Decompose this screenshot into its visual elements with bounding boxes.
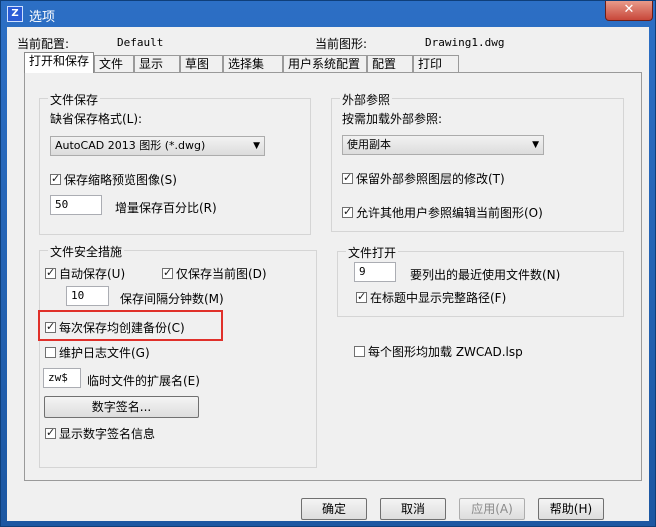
xref-load-select[interactable]: 使用副本 ▼: [342, 135, 544, 155]
autosave-label: 自动保存(U): [59, 267, 126, 281]
ok-button[interactable]: 确定: [301, 498, 367, 520]
allow-xref-edit-label: 允许其他用户参照编辑当前图形(O): [356, 206, 543, 220]
tab-open-save[interactable]: 打开和保存: [24, 52, 94, 73]
current-profile-value: Default: [117, 36, 164, 49]
app-icon: Z: [7, 6, 23, 22]
tab-files[interactable]: 文件: [94, 55, 134, 72]
checkbox-checked-icon: [45, 266, 56, 279]
recent-files-input[interactable]: 9: [354, 262, 396, 282]
xref-load-label: 按需加载外部参照:: [342, 112, 443, 126]
thumbnail-label: 保存缩略预览图像(S): [64, 173, 177, 187]
file-open-group: 文件打开 9 要列出的最近使用文件数(N) 在标题中显示完整路径(F): [337, 244, 624, 317]
dialog-body: 当前配置: Default 当前图形: Drawing1.dwg 打开和保存 文…: [7, 27, 649, 521]
autosave-checkbox[interactable]: 自动保存(U): [45, 265, 125, 282]
file-open-title: 文件打开: [346, 244, 399, 261]
incremental-save-label: 增量保存百分比(R): [115, 201, 217, 215]
checkbox-checked-icon: [342, 205, 353, 218]
full-path-title-checkbox[interactable]: 在标题中显示完整路径(F): [356, 289, 506, 306]
options-dialog: Z 选项 ✕ 当前配置: Default 当前图形: Drawing1.dwg …: [0, 0, 656, 527]
tab-selection[interactable]: 选择集: [223, 55, 283, 72]
tab-display[interactable]: 显示: [134, 55, 180, 72]
retain-xref-layers-checkbox[interactable]: 保留外部参照图层的修改(T): [342, 170, 505, 187]
checkbox-checked-icon: [50, 172, 61, 185]
tab-panel: 文件保存 缺省保存格式(L): AutoCAD 2013 图形 (*.dwg) …: [24, 72, 642, 481]
autosave-interval-input[interactable]: 10: [66, 286, 109, 306]
cancel-button[interactable]: 取消: [380, 498, 446, 520]
apply-button[interactable]: 应用(A): [459, 498, 525, 520]
autosave-interval-label: 保存间隔分钟数(M): [120, 292, 224, 306]
current-drawing-value: Drawing1.dwg: [425, 36, 505, 49]
checkbox-unchecked-icon: [45, 347, 56, 358]
xref-group: 外部参照 按需加载外部参照: 使用副本 ▼ 保留外部参照图层的修改(T) 允许其…: [331, 91, 624, 232]
save-current-only-checkbox[interactable]: 仅保存当前图(D): [162, 265, 267, 282]
allow-xref-edit-checkbox[interactable]: 允许其他用户参照编辑当前图形(O): [342, 204, 543, 221]
load-lsp-label: 每个图形均加载 ZWCAD.lsp: [368, 345, 523, 359]
checkbox-checked-icon: [342, 171, 353, 184]
checkbox-checked-icon: [356, 290, 367, 303]
file-save-title: 文件保存: [48, 91, 101, 108]
dialog-title: 选项: [29, 10, 56, 25]
maintain-log-label: 维护日志文件(G): [59, 346, 150, 360]
save-format-label: 缺省保存格式(L):: [50, 112, 143, 126]
save-current-only-label: 仅保存当前图(D): [176, 267, 267, 281]
close-button[interactable]: ✕: [605, 1, 653, 21]
xref-title: 外部参照: [340, 91, 393, 108]
checkbox-checked-icon: [45, 426, 56, 439]
checkbox-unchecked-icon: [354, 346, 365, 357]
chevron-down-icon: ▼: [253, 141, 260, 151]
recent-files-label: 要列出的最近使用文件数(N): [410, 268, 561, 282]
title-bar[interactable]: Z 选项 ✕: [1, 1, 655, 27]
file-safety-group: 文件安全措施 自动保存(U) 仅保存当前图(D) 10 保存间隔分钟数(M) 每…: [39, 243, 317, 468]
tab-profiles[interactable]: 配置: [367, 55, 413, 72]
tab-user-preferences[interactable]: 用户系统配置: [283, 55, 367, 72]
digital-signature-button[interactable]: 数字签名...: [44, 396, 199, 418]
save-format-value: AutoCAD 2013 图形 (*.dwg): [55, 139, 206, 152]
thumbnail-checkbox[interactable]: 保存缩略预览图像(S): [50, 171, 177, 188]
chevron-down-icon: ▼: [532, 140, 539, 150]
load-lsp-checkbox[interactable]: 每个图形均加载 ZWCAD.lsp: [354, 343, 523, 360]
maintain-log-checkbox[interactable]: 维护日志文件(G): [45, 344, 150, 361]
save-format-select[interactable]: AutoCAD 2013 图形 (*.dwg) ▼: [50, 136, 265, 156]
tab-drafting[interactable]: 草图: [180, 55, 223, 72]
temp-extension-input[interactable]: zw$: [43, 368, 81, 388]
current-profile-label: 当前配置:: [17, 37, 70, 51]
show-signature-info-checkbox[interactable]: 显示数字签名信息: [45, 425, 155, 442]
retain-xref-layers-label: 保留外部参照图层的修改(T): [356, 172, 505, 186]
incremental-save-input[interactable]: 50: [50, 195, 102, 215]
highlight-box: [38, 310, 223, 341]
help-button[interactable]: 帮助(H): [538, 498, 604, 520]
show-signature-info-label: 显示数字签名信息: [59, 427, 156, 441]
file-save-group: 文件保存 缺省保存格式(L): AutoCAD 2013 图形 (*.dwg) …: [39, 91, 311, 235]
checkbox-checked-icon: [162, 266, 173, 279]
current-drawing-label: 当前图形:: [315, 37, 368, 51]
tab-plot[interactable]: 打印: [413, 55, 459, 72]
xref-load-value: 使用副本: [347, 138, 391, 151]
file-safety-title: 文件安全措施: [48, 243, 125, 260]
full-path-title-label: 在标题中显示完整路径(F): [370, 291, 507, 305]
temp-extension-label: 临时文件的扩展名(E): [87, 374, 200, 388]
